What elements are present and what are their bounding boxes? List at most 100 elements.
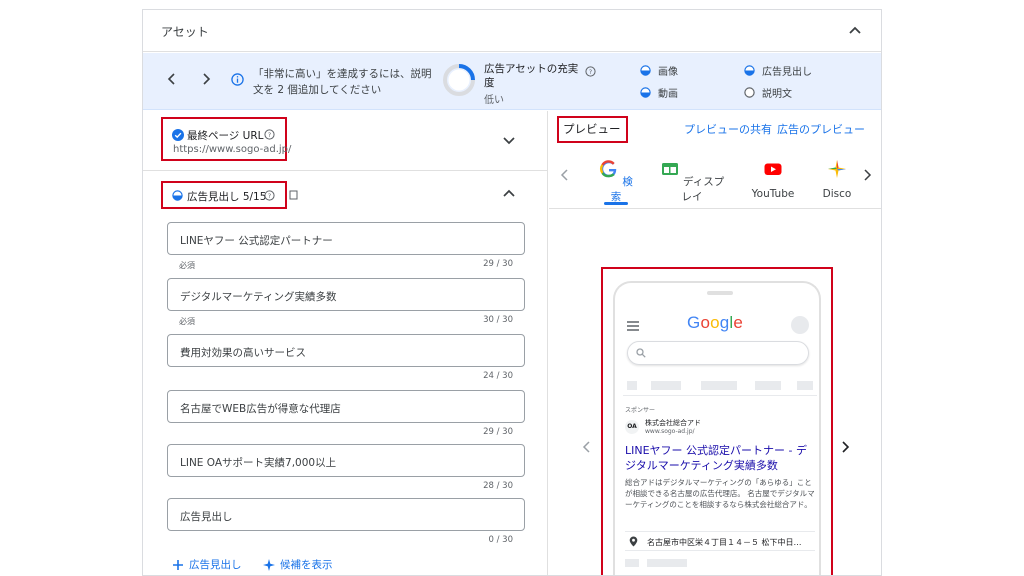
legend-item-headlines: 広告見出し [744, 63, 812, 78]
half-circle-icon [744, 65, 755, 76]
google-g-icon [600, 160, 617, 178]
headline-input[interactable]: LINE OAサポート実績7,000以上 [167, 444, 525, 477]
asset-editor: 最終ページ URL ? https://www.sogo-ad.jp/ 広告見出… [143, 111, 548, 575]
char-count: 30 / 30 [483, 315, 513, 325]
legend-item-descriptions: 説明文 [744, 85, 792, 100]
tab-discover[interactable]: Disco [817, 159, 857, 200]
char-count: 28 / 30 [483, 481, 513, 491]
placeholder-bar [647, 559, 687, 567]
half-circle-icon [172, 190, 183, 201]
chevron-right-icon[interactable] [199, 72, 213, 86]
half-circle-icon [640, 65, 651, 76]
info-icon [231, 73, 244, 86]
placeholder-bar [627, 381, 637, 390]
final-url-label: 最終ページ URL [187, 130, 264, 142]
tab-search[interactable]: 検索 [597, 159, 635, 204]
legend-label: 広告見出し [762, 67, 812, 78]
headline-input[interactable]: デジタルマーケティング実績多数 [167, 278, 525, 311]
help-icon[interactable]: ? [585, 66, 596, 77]
phone-preview-highlight: Google スポンサー OA 株式会社総合アド www.sogo-ad.jp/… [601, 267, 833, 575]
search-bar [627, 341, 809, 365]
char-count: 29 / 30 [483, 427, 513, 437]
search-icon [636, 348, 646, 358]
help-icon[interactable]: ? [264, 190, 275, 201]
legend-label: 説明文 [762, 89, 792, 100]
preview-pane: プレビュー プレビューの共有 広告のプレビュー 検索 ディスプレイ YouTub… [549, 111, 881, 575]
chevron-left-icon[interactable] [165, 72, 179, 86]
panel-header: アセット [143, 10, 881, 52]
empty-circle-icon [744, 87, 755, 98]
google-logo: Google [687, 313, 744, 332]
banner-message: 「非常に高い」を達成するには、説明文を 2 個追加してください [253, 68, 432, 96]
ad-description: 総合アドはデジタルマーケティングの「あらゆる」ことが相談できる名古屋の広告代理店… [625, 478, 815, 509]
final-url-section[interactable]: 最終ページ URL ? https://www.sogo-ad.jp/ [143, 111, 548, 171]
chevron-down-icon[interactable] [502, 133, 516, 147]
placeholder-bar [755, 381, 781, 390]
phone-speaker [707, 291, 733, 295]
divider [623, 395, 817, 396]
assets-panel: アセット 「非常に高い」を達成するには、説明文を 2 個追加してください 広告ア… [142, 9, 882, 576]
phone-mockup: Google スポンサー OA 株式会社総合アド www.sogo-ad.jp/… [613, 281, 821, 575]
headlines-title: 広告見出し 5/15 [187, 191, 267, 203]
chevron-up-icon[interactable] [847, 22, 863, 38]
legend-item-image: 画像 [640, 63, 678, 78]
display-icon [661, 163, 678, 175]
legend-label: 動画 [658, 89, 678, 100]
final-url-value: https://www.sogo-ad.jp/ [173, 144, 292, 155]
headline-input[interactable]: 費用対効果の高いサービス [167, 334, 525, 367]
chevron-right-icon[interactable] [839, 441, 851, 453]
headline-input[interactable]: 名古屋でWEB広告が得意な代理店 [167, 390, 525, 423]
headline-input-empty[interactable]: 広告見出し [167, 498, 525, 531]
chevron-left-icon[interactable] [559, 169, 571, 181]
placeholder-bar [625, 559, 639, 567]
chevron-right-icon[interactable] [861, 169, 873, 181]
ad-preview-link[interactable]: 広告のプレビュー [777, 121, 865, 137]
location-pin-icon [629, 536, 638, 547]
show-suggestions-button[interactable]: 候補を表示 [263, 557, 333, 572]
plus-icon [173, 559, 183, 570]
advertiser-name: 株式会社総合アド [645, 419, 701, 427]
hamburger-menu-icon [627, 321, 639, 331]
svg-text:?: ? [268, 131, 271, 139]
show-suggestions-label: 候補を表示 [280, 559, 333, 571]
pin-icon[interactable] [289, 190, 298, 200]
add-headline-label: 広告見出し [189, 559, 242, 571]
placeholder-bar [701, 381, 737, 390]
tab-label: 検索 [610, 176, 633, 203]
check-circle-icon [172, 129, 184, 141]
ad-headline: LINEヤフー 公式認定パートナー - デジタルマーケティング実績多数 [625, 444, 808, 472]
address-row: 名古屋市中区栄４丁目１４－５ 松下中日… [625, 531, 815, 551]
chevron-up-icon[interactable] [502, 187, 516, 201]
advertiser-url: www.sogo-ad.jp/ [645, 428, 695, 435]
sponsored-label: スポンサー [625, 407, 656, 414]
strength-banner: 「非常に高い」を達成するには、説明文を 2 個追加してください 広告アセットの充… [143, 53, 881, 110]
sparkle-icon [263, 558, 275, 571]
help-icon[interactable]: ? [264, 129, 275, 140]
youtube-icon [764, 163, 782, 175]
placeholder-bar [797, 381, 813, 390]
char-count: 0 / 30 [488, 535, 514, 545]
placeholder-bar [651, 381, 681, 390]
chevron-left-icon[interactable] [581, 441, 593, 453]
strength-level: 低い [484, 95, 504, 106]
add-headline-button[interactable]: 広告見出し [172, 557, 242, 572]
discover-icon [828, 160, 846, 178]
address-text: 名古屋市中区栄４丁目１４－５ 松下中日… [647, 538, 802, 547]
char-count: 24 / 30 [483, 371, 513, 381]
avatar [791, 316, 809, 334]
advertiser-logo: OA [625, 420, 639, 434]
headline-input[interactable]: LINEヤフー 公式認定パートナー [167, 222, 525, 255]
tab-label: Disco [822, 188, 852, 200]
strength-title: 広告アセットの充実度 [484, 63, 579, 89]
share-preview-link[interactable]: プレビューの共有 [684, 121, 772, 137]
required-label: 必須 [179, 317, 195, 326]
svg-text:?: ? [589, 68, 592, 76]
tab-label: ディスプレイ [681, 176, 725, 203]
tab-youtube[interactable]: YouTube [747, 159, 799, 200]
char-count: 29 / 30 [483, 259, 513, 269]
svg-text:?: ? [268, 192, 271, 200]
tab-display[interactable]: ディスプレイ [657, 159, 727, 204]
panel-title: アセット [161, 25, 209, 39]
preview-title: プレビュー [563, 122, 621, 136]
strength-ring-icon [443, 64, 475, 96]
